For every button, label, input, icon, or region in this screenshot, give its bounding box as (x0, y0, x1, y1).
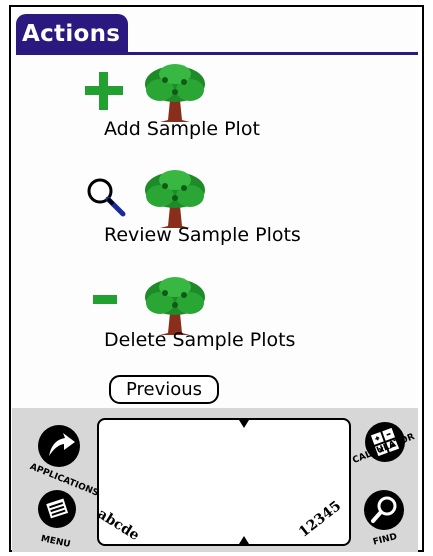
plus-icon (85, 72, 123, 110)
previous-button[interactable]: Previous (109, 375, 219, 404)
delete-sample-plots-label[interactable]: Delete Sample Plots (104, 329, 295, 351)
graffiti-divider-top (239, 420, 249, 428)
tree-icon (145, 170, 205, 228)
review-sample-plots-icon-button[interactable] (83, 168, 223, 230)
title-underline (16, 52, 418, 55)
minus-icon (93, 295, 117, 304)
tree-icon (145, 277, 205, 335)
delete-sample-plots-icon-button[interactable] (83, 275, 223, 337)
review-sample-plots-label[interactable]: Review Sample Plots (104, 224, 301, 246)
applications-button[interactable]: APPLICATIONS (28, 420, 100, 499)
graffiti-divider-bottom (239, 536, 249, 544)
menu-icon (38, 490, 76, 528)
add-sample-plot-label[interactable]: Add Sample Plot (104, 118, 260, 140)
tree-icon (145, 64, 205, 122)
magnifier-icon (87, 178, 126, 217)
calculator-button[interactable]: CALCULATOR (351, 420, 419, 486)
find-label: FIND (372, 532, 399, 548)
menu-label: MENU (39, 534, 72, 551)
form-title[interactable]: Actions (16, 14, 128, 54)
add-sample-plot-icon-button[interactable] (83, 62, 223, 124)
menu-button[interactable]: MENU (34, 488, 84, 550)
find-button[interactable]: FIND (358, 488, 416, 550)
find-icon (364, 490, 404, 530)
